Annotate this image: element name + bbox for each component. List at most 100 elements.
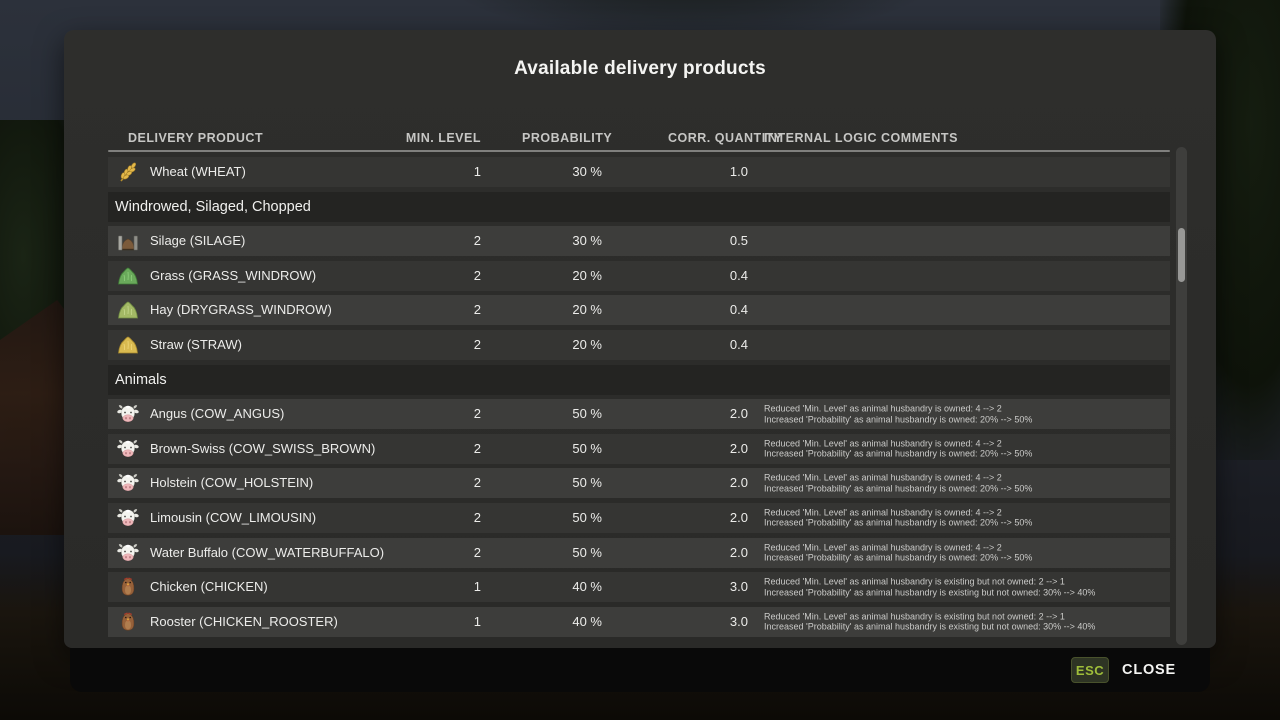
min-level-value: 2 xyxy=(401,434,481,464)
corr-quantity-value: 0.5 xyxy=(668,226,748,256)
min-level-value: 2 xyxy=(401,330,481,360)
section-header: Animals xyxy=(108,365,1170,395)
logic-comment-line: Reduced 'Min. Level' as animal husbandry… xyxy=(764,507,1032,518)
scrollbar-thumb[interactable] xyxy=(1178,228,1185,282)
product-name: Angus (COW_ANGUS) xyxy=(150,399,284,429)
cow-icon xyxy=(116,471,140,495)
cow-icon xyxy=(116,402,140,426)
corr-quantity-value: 0.4 xyxy=(668,330,748,360)
table-row: Limousin (COW_LIMOUSIN)250 %2.0Reduced '… xyxy=(108,503,1170,533)
min-level-value: 1 xyxy=(401,157,481,187)
table-row: Chicken (CHICKEN) 1 40 % 3.0 Reduced 'Min. L… xyxy=(108,572,1170,602)
logic-comments: Reduced 'Min. Level' as animal husbandry… xyxy=(764,542,1032,563)
logic-comment-line: Increased 'Probability' as animal husban… xyxy=(764,553,1032,564)
column-header-probability: PROBABILITY xyxy=(522,128,602,148)
logic-comments: Reduced 'Min. Level' as animal husbandry… xyxy=(764,473,1032,494)
cow-icon xyxy=(116,437,140,461)
product-name: Rooster (CHICKEN_ROOSTER) xyxy=(150,607,338,637)
corr-quantity-value: 2.0 xyxy=(668,503,748,533)
min-level-value: 2 xyxy=(401,399,481,429)
probability-value: 40 % xyxy=(522,607,602,637)
product-name: Silage (SILAGE) xyxy=(150,226,245,256)
logic-comments: Reduced 'Min. Level' as animal husbandry… xyxy=(764,611,1095,632)
corr-quantity-value: 1.0 xyxy=(668,157,748,187)
dialog-title: Available delivery products xyxy=(64,58,1216,80)
min-level-value: 1 xyxy=(401,607,481,637)
header-divider xyxy=(108,150,1170,152)
corr-quantity-value: 0.4 xyxy=(668,261,748,291)
grass-icon xyxy=(116,264,140,288)
section-header: Windrowed, Silaged, Chopped xyxy=(108,192,1170,222)
probability-value: 50 % xyxy=(522,538,602,568)
product-name: Hay (DRYGRASS_WINDROW) xyxy=(150,295,332,325)
product-name: Water Buffalo (COW_WATERBUFFALO) xyxy=(150,538,384,568)
product-name: Wheat (WHEAT) xyxy=(150,157,246,187)
probability-value: 50 % xyxy=(522,399,602,429)
logic-comment-line: Increased 'Probability' as animal husban… xyxy=(764,483,1032,494)
probability-value: 50 % xyxy=(522,434,602,464)
chicken-icon xyxy=(116,610,140,634)
corr-quantity-value: 0.4 xyxy=(668,295,748,325)
min-level-value: 2 xyxy=(401,468,481,498)
column-header-delivery-product: DELIVERY PRODUCT xyxy=(128,128,263,148)
table-row: Rooster (CHICKEN_ROOSTER) 1 40 % 3.0 Reduced… xyxy=(108,607,1170,637)
dialog-panel: Available delivery products DELIVERY PRO… xyxy=(64,30,1216,648)
chicken-icon xyxy=(116,575,140,599)
corr-quantity-value: 3.0 xyxy=(668,607,748,637)
straw-icon xyxy=(116,333,140,357)
cow-icon xyxy=(116,506,140,530)
table-row: Angus (COW_ANGUS) 2 50 % 2.0 Reduced 'Min. L… xyxy=(108,399,1170,429)
section-label: Windrowed, Silaged, Chopped xyxy=(115,192,311,222)
table-row: Hay (DRYGRASS_WINDROW)220 %0.4 xyxy=(108,295,1170,325)
logic-comment-line: Reduced 'Min. Level' as animal husbandry… xyxy=(764,542,1032,553)
table-row: Wheat (WHEAT) 1 30 % 1.0 xyxy=(108,157,1170,187)
section-label: Animals xyxy=(115,365,167,395)
probability-value: 40 % xyxy=(522,572,602,602)
close-button[interactable]: CLOSE xyxy=(1122,662,1176,678)
min-level-value: 2 xyxy=(401,261,481,291)
table-row: Grass (GRASS_WINDROW)220 %0.4 xyxy=(108,261,1170,291)
table-row: Brown-Swiss (COW_SWISS_BROWN) 2 50 % 2.0 Red… xyxy=(108,434,1170,464)
logic-comments: Reduced 'Min. Level' as animal husbandry… xyxy=(764,404,1032,425)
corr-quantity-value: 2.0 xyxy=(668,468,748,498)
product-name: Brown-Swiss (COW_SWISS_BROWN) xyxy=(150,434,375,464)
logic-comment-line: Increased 'Probability' as animal husban… xyxy=(764,449,1032,460)
esc-key-button[interactable]: ESC xyxy=(1071,657,1109,683)
logic-comment-line: Reduced 'Min. Level' as animal husbandry… xyxy=(764,577,1095,588)
probability-value: 20 % xyxy=(522,330,602,360)
silage-icon xyxy=(116,229,140,253)
logic-comments: Reduced 'Min. Level' as animal husbandry… xyxy=(764,438,1032,459)
logic-comment-line: Reduced 'Min. Level' as animal husbandry… xyxy=(764,473,1032,484)
column-header-min-level: MIN. LEVEL xyxy=(401,128,481,148)
logic-comment-line: Increased 'Probability' as animal husban… xyxy=(764,622,1095,633)
probability-value: 20 % xyxy=(522,295,602,325)
probability-value: 30 % xyxy=(522,157,602,187)
column-header-internal-logic-comments: INTERNAL LOGIC COMMENTS xyxy=(764,128,958,148)
table-row: Silage (SILAGE) 2 30 % 0.5 xyxy=(108,226,1170,256)
corr-quantity-value: 2.0 xyxy=(668,434,748,464)
column-header-corr-quantity: CORR. QUANTITY xyxy=(668,128,748,148)
scrollbar-track[interactable] xyxy=(1176,147,1187,645)
corr-quantity-value: 2.0 xyxy=(668,399,748,429)
hay-icon xyxy=(116,298,140,322)
probability-value: 50 % xyxy=(522,503,602,533)
product-name: Chicken (CHICKEN) xyxy=(150,572,268,602)
product-name: Holstein (COW_HOLSTEIN) xyxy=(150,468,313,498)
table-row: Holstein (COW_HOLSTEIN) 2 50 % 2.0 Reduced '… xyxy=(108,468,1170,498)
delivery-products-dialog: Available delivery products DELIVERY PRO… xyxy=(64,30,1216,692)
corr-quantity-value: 3.0 xyxy=(668,572,748,602)
min-level-value: 2 xyxy=(401,226,481,256)
product-name: Grass (GRASS_WINDROW) xyxy=(150,261,316,291)
logic-comment-line: Increased 'Probability' as animal husban… xyxy=(764,518,1032,529)
probability-value: 50 % xyxy=(522,468,602,498)
logic-comments: Reduced 'Min. Level' as animal husbandry… xyxy=(764,507,1032,528)
cow-icon xyxy=(116,541,140,565)
min-level-value: 2 xyxy=(401,503,481,533)
products-table: DELIVERY PRODUCT MIN. LEVEL PROBABILITY … xyxy=(108,128,1170,641)
dialog-footer: ESC CLOSE xyxy=(70,648,1210,692)
table-body: Wheat (WHEAT) 1 30 % 1.0 Windrowed, Silaged,… xyxy=(108,157,1170,637)
logic-comments: Reduced 'Min. Level' as animal husbandry… xyxy=(764,577,1095,598)
min-level-value: 1 xyxy=(401,572,481,602)
probability-value: 30 % xyxy=(522,226,602,256)
logic-comment-line: Reduced 'Min. Level' as animal husbandry… xyxy=(764,438,1032,449)
